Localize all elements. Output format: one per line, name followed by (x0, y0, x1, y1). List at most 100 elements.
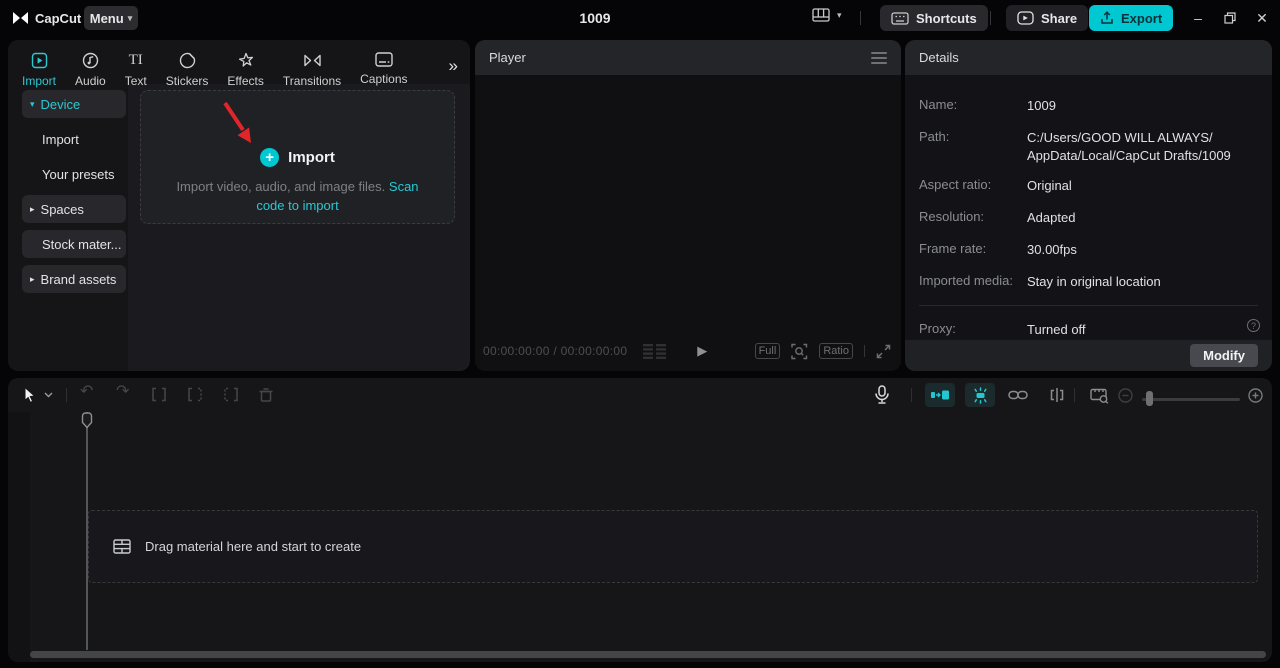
app-name: CapCut (35, 10, 82, 26)
divider (919, 305, 1258, 306)
trim-right-button[interactable] (222, 387, 240, 402)
caret-right-icon: ▸ (30, 203, 35, 214)
fit-timeline-button[interactable] (1090, 387, 1109, 404)
timeline-dropzone[interactable]: Drag material here and start to create (88, 510, 1258, 583)
main-track-magnet-toggle[interactable] (925, 383, 955, 407)
chevron-down-icon: ▾ (837, 9, 842, 20)
zoom-out-button[interactable] (1118, 388, 1133, 403)
redo-button[interactable]: ↷ (116, 384, 129, 400)
red-pointer-arrow (217, 97, 261, 149)
modify-button[interactable]: Modify (1190, 344, 1258, 367)
timeline-zoom-slider[interactable] (1142, 398, 1240, 401)
details-title: Details (919, 50, 959, 65)
media-tab-bar: Import Audio TI Text Stickers Effects Tr… (22, 46, 408, 88)
sidebar-item-spaces[interactable]: ▸ Spaces (22, 195, 126, 223)
cursor-tool-button[interactable] (22, 386, 38, 404)
media-panel: Import Audio TI Text Stickers Effects Tr… (8, 40, 470, 371)
divider (990, 11, 991, 25)
player-view-controls: Full Ratio (754, 343, 891, 360)
player-menu-icon[interactable] (871, 52, 887, 64)
tab-audio[interactable]: Audio (75, 46, 106, 88)
record-voiceover-button[interactable] (874, 385, 890, 405)
chevron-down-icon: ▾ (127, 12, 133, 23)
detail-row-imported-media: Imported media: Stay in original locatio… (919, 273, 1161, 289)
trim-left-button[interactable] (186, 387, 204, 402)
menu-button[interactable]: Menu ▾ (84, 6, 138, 30)
auto-insert-button[interactable] (1048, 387, 1066, 403)
export-icon (1100, 11, 1114, 25)
export-button[interactable]: Export (1089, 5, 1174, 31)
zoom-in-button[interactable] (1248, 388, 1263, 403)
link-materials-button[interactable] (1008, 389, 1028, 401)
tab-stickers[interactable]: Stickers (166, 46, 208, 88)
timeline-panel: ↶ ↷ Drag material here and start to crea… (8, 378, 1272, 662)
shortcuts-button[interactable]: Shortcuts (880, 5, 988, 31)
tab-effects[interactable]: Effects (227, 46, 264, 88)
expand-tabs-button[interactable]: » (449, 56, 458, 76)
media-sidebar: ▾ Device Import Your presets ▸ Spaces St… (22, 90, 126, 293)
title-bar: CapCut Menu ▾ 1009 ▾ Shortcuts Share Exp… (0, 0, 1280, 36)
timecode: 00:00:00:00 / 00:00:00:00 (483, 344, 628, 358)
detail-row-aspect-ratio: Aspect ratio: Original (919, 177, 1072, 193)
track-gutter (8, 412, 30, 662)
player-title: Player (489, 50, 526, 65)
playhead-handle[interactable] (81, 412, 93, 429)
minimize-button[interactable]: – (1185, 5, 1211, 31)
cursor-tool-dropdown[interactable] (44, 392, 53, 398)
import-action[interactable]: + Import (141, 148, 454, 167)
undo-button[interactable]: ↶ (80, 384, 93, 400)
play-button[interactable]: ▶ (697, 343, 707, 359)
timeline-zoom-slider-handle[interactable] (1146, 391, 1153, 406)
transitions-tab-icon (303, 52, 322, 69)
plus-circle-icon: + (260, 148, 280, 167)
player-controls: 00:00:00:00 / 00:00:00:00 ▶ Full Ratio (483, 331, 891, 371)
tab-import[interactable]: Import (22, 46, 56, 88)
player-header: Player (475, 40, 901, 75)
tab-transitions[interactable]: Transitions (283, 46, 341, 88)
share-button[interactable]: Share (1006, 5, 1089, 31)
fullscreen-icon[interactable] (876, 344, 891, 359)
player-panel: Player 00:00:00:00 / 00:00:00:00 ▶ Full … (475, 40, 901, 371)
help-icon[interactable]: ? (1247, 319, 1260, 332)
caret-down-icon: ▾ (30, 98, 35, 109)
import-title: Import (288, 149, 335, 166)
audio-tab-icon (82, 52, 99, 69)
preview-axis-toggle[interactable] (965, 383, 995, 407)
full-view-button[interactable]: Full (754, 343, 781, 359)
project-title: 1009 (579, 10, 611, 26)
divider (860, 11, 861, 25)
import-dropzone[interactable]: + Import Import video, audio, and image … (140, 90, 455, 224)
frame-step-icon (643, 343, 667, 359)
share-icon (1017, 11, 1034, 25)
capcut-logo-icon (12, 11, 29, 25)
app-logo: CapCut (12, 0, 81, 36)
layout-switcher-button[interactable]: ▾ (812, 8, 842, 22)
tab-text[interactable]: TI Text (125, 46, 147, 88)
close-button[interactable]: ✕ (1249, 5, 1275, 31)
zoom-fit-icon[interactable] (791, 343, 808, 360)
sidebar-item-device[interactable]: ▾ Device (22, 90, 126, 118)
timeline-empty-text: Drag material here and start to create (145, 539, 362, 554)
text-tab-icon: TI (128, 52, 143, 68)
split-button[interactable] (150, 387, 168, 402)
details-header: Details (905, 40, 1272, 75)
sidebar-item-import[interactable]: Import (22, 125, 126, 153)
sidebar-item-stock-materials[interactable]: Stock mater... (22, 230, 126, 258)
import-description: Import video, audio, and image files. Sc… (176, 179, 419, 213)
divider (911, 388, 912, 402)
ratio-button[interactable]: Ratio (819, 343, 853, 359)
import-tab-icon (31, 52, 48, 69)
delete-button[interactable] (258, 387, 274, 403)
restore-button[interactable] (1217, 5, 1243, 31)
detail-row-frame-rate: Frame rate: 30.00fps (919, 241, 1077, 257)
effects-tab-icon (237, 52, 255, 69)
sidebar-item-your-presets[interactable]: Your presets (22, 160, 126, 188)
divider (1074, 388, 1075, 402)
divider (864, 345, 865, 357)
divider (66, 388, 67, 402)
layout-icon (812, 8, 830, 22)
stickers-tab-icon (179, 52, 196, 69)
sidebar-item-brand-assets[interactable]: ▸ Brand assets (22, 265, 126, 293)
tab-captions[interactable]: Captions (360, 46, 408, 88)
timeline-scrollbar[interactable] (30, 651, 1266, 658)
